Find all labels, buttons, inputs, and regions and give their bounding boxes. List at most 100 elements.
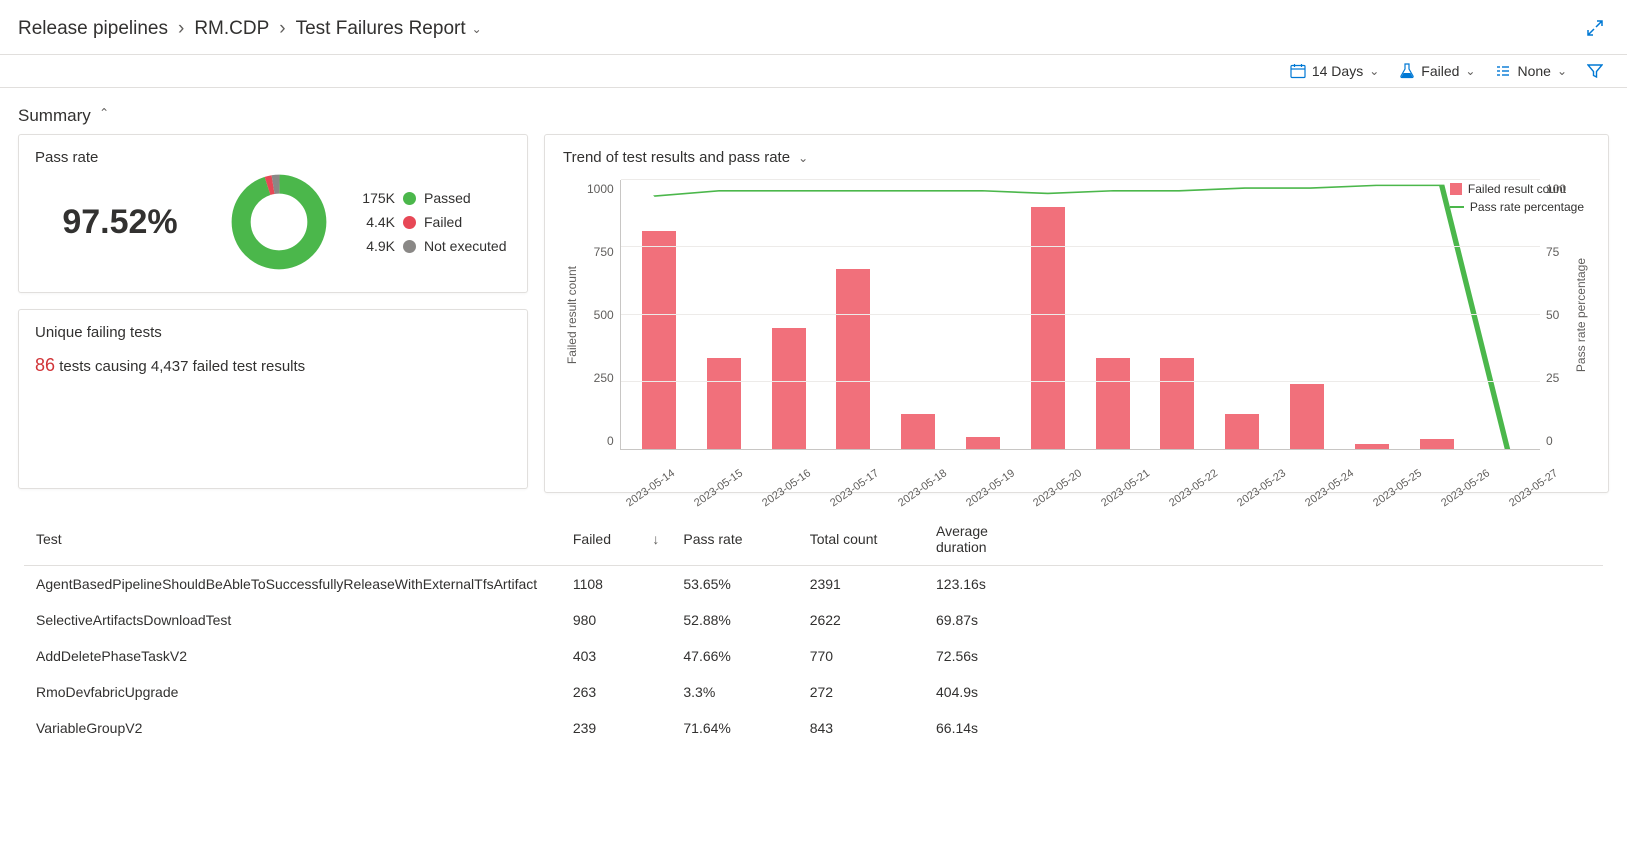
days-filter-label: 14 Days [1312, 63, 1363, 79]
table-cell: VariableGroupV2 [24, 710, 561, 746]
table-cell: 123.16s [924, 566, 1050, 603]
table-row[interactable]: AgentBasedPipelineShouldBeAbleToSuccessf… [24, 566, 1603, 603]
group-filter[interactable]: None ⌄ [1495, 63, 1567, 79]
chevron-down-icon[interactable]: ⌄ [472, 22, 482, 36]
table-row[interactable]: VariableGroupV223971.64%84366.14s [24, 710, 1603, 746]
bar [901, 414, 935, 449]
bar [1031, 207, 1065, 449]
calendar-icon [1290, 63, 1306, 79]
bar [1096, 358, 1130, 449]
legend-row: 4.4K Failed [353, 214, 507, 230]
legend-label: Not executed [424, 238, 507, 254]
y2-ticks: 1007550250 [1540, 180, 1572, 450]
table-cell: 1108 [561, 566, 672, 603]
trend-chart: Failed result count 10007505002500 10075… [545, 170, 1608, 474]
group-filter-label: None [1517, 63, 1550, 79]
chevron-right-icon: › [279, 18, 285, 40]
table-cell: 71.64% [671, 710, 797, 746]
days-filter[interactable]: 14 Days ⌄ [1290, 63, 1379, 79]
sort-desc-icon: ↓ [652, 531, 659, 547]
fullscreen-icon[interactable] [1587, 20, 1603, 39]
beaker-icon [1399, 63, 1415, 79]
table-cell: 66.14s [924, 710, 1050, 746]
legend-label: Failed [424, 214, 462, 230]
table-cell: 47.66% [671, 638, 797, 674]
column-header[interactable]: Test [24, 513, 561, 566]
legend-dot [403, 240, 416, 253]
chevron-down-icon: ⌄ [1557, 64, 1567, 78]
outcome-filter[interactable]: Failed ⌄ [1399, 63, 1475, 79]
bar [966, 437, 1000, 449]
bar [1290, 384, 1324, 449]
table-row[interactable]: RmoDevfabricUpgrade2633.3%272404.9s [24, 674, 1603, 710]
bar [642, 231, 676, 449]
bar [1420, 439, 1454, 449]
pass-rate-donut [229, 172, 329, 272]
bar [1225, 414, 1259, 449]
legend-dot [403, 216, 416, 229]
trend-title: Trend of test results and pass rate [563, 149, 790, 166]
table-cell: AddDeletePhaseTaskV2 [24, 638, 561, 674]
legend-count: 4.9K [353, 238, 395, 254]
chevron-down-icon: ⌄ [1465, 64, 1475, 78]
trend-card: Trend of test results and pass rate ⌄ Fa… [544, 134, 1609, 493]
page-header: Release pipelines › RM.CDP › Test Failur… [0, 0, 1627, 55]
pass-rate-card: Pass rate 97.52% 175K Passed4.4K Failed4… [18, 134, 528, 293]
table-row[interactable]: SelectiveArtifactsDownloadTest98052.88%2… [24, 602, 1603, 638]
bar [1160, 358, 1194, 449]
uft-count: 86 [35, 355, 55, 375]
failing-tests-table: TestFailed↓Pass rateTotal countAverage d… [0, 493, 1627, 756]
chevron-right-icon: › [178, 18, 184, 40]
breadcrumb-mid[interactable]: RM.CDP [194, 18, 269, 40]
pass-rate-title: Pass rate [19, 135, 527, 172]
table-cell: SelectiveArtifactsDownloadTest [24, 602, 561, 638]
group-icon [1495, 63, 1511, 79]
table-cell: 239 [561, 710, 672, 746]
unique-failing-tests-card: Unique failing tests 86 tests causing 4,… [18, 309, 528, 489]
table-cell: 72.56s [924, 638, 1050, 674]
table-cell: 2391 [798, 566, 924, 603]
summary-section-header[interactable]: Summary ⌄ [0, 88, 1627, 134]
table-cell: AgentBasedPipelineShouldBeAbleToSuccessf… [24, 566, 561, 603]
legend-row: 4.9K Not executed [353, 238, 507, 254]
legend-dot [403, 192, 416, 205]
breadcrumb-current[interactable]: Test Failures Report [296, 18, 466, 40]
breadcrumb: Release pipelines › RM.CDP › Test Failur… [18, 18, 482, 40]
summary-label: Summary [18, 106, 91, 126]
legend-row: 175K Passed [353, 190, 507, 206]
pass-rate-legend: 175K Passed 4.4K Failed 4.9K Not executed [353, 190, 507, 254]
breadcrumb-root[interactable]: Release pipelines [18, 18, 168, 40]
table-cell: RmoDevfabricUpgrade [24, 674, 561, 710]
bar [707, 358, 741, 449]
x-ticks: 2023-05-142023-05-152023-05-162023-05-17… [545, 474, 1608, 492]
table-cell: 770 [798, 638, 924, 674]
legend-count: 4.4K [353, 214, 395, 230]
chevron-up-icon: ⌄ [99, 105, 109, 119]
uft-title: Unique failing tests [19, 310, 527, 347]
y1-ticks: 10007505002500 [581, 180, 620, 450]
table-cell: 980 [561, 602, 672, 638]
filter-button[interactable] [1587, 63, 1603, 79]
column-header[interactable]: Total count [798, 513, 924, 566]
table-row[interactable]: AddDeletePhaseTaskV240347.66%77072.56s [24, 638, 1603, 674]
chevron-down-icon: ⌄ [1369, 64, 1379, 78]
filter-icon [1587, 63, 1603, 79]
table-cell: 3.3% [671, 674, 797, 710]
outcome-filter-label: Failed [1421, 63, 1459, 79]
column-header[interactable]: Pass rate [671, 513, 797, 566]
column-header[interactable]: Failed↓ [561, 513, 672, 566]
table-cell: 404.9s [924, 674, 1050, 710]
pass-rate-value: 97.52% [35, 203, 205, 242]
chevron-down-icon[interactable]: ⌄ [798, 151, 808, 165]
table-cell: 69.87s [924, 602, 1050, 638]
filter-toolbar: 14 Days ⌄ Failed ⌄ None ⌄ [0, 55, 1627, 88]
table-cell: 263 [561, 674, 672, 710]
column-header[interactable]: Average duration [924, 513, 1050, 566]
y2-axis-label: Pass rate percentage [1572, 258, 1590, 372]
bar [1355, 444, 1389, 449]
table-cell: 2622 [798, 602, 924, 638]
legend-label: Passed [424, 190, 471, 206]
bar [836, 269, 870, 449]
uft-text: tests causing 4,437 failed test results [59, 358, 305, 375]
table-cell: 53.65% [671, 566, 797, 603]
